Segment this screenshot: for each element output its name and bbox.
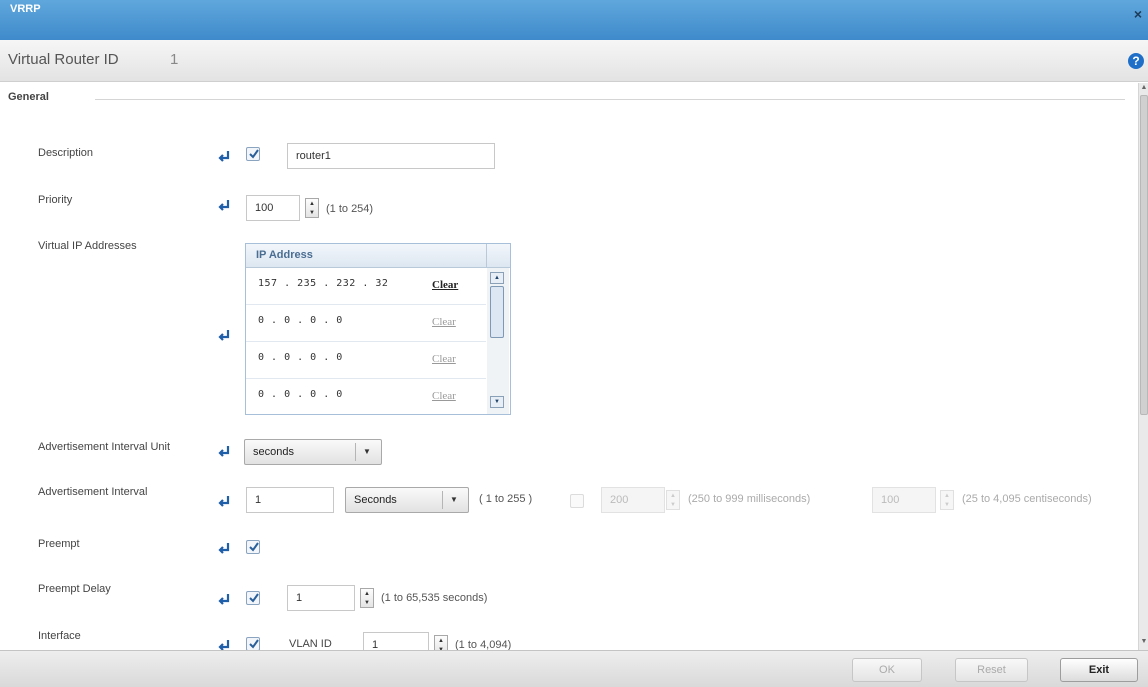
virtual-ip-table: IP Address 157 . 235 . 232 . 32 Clear 0 …	[245, 243, 511, 415]
adv-interval-input[interactable]: 1	[246, 487, 334, 513]
ip-address-cell[interactable]: 0 . 0 . 0 . 0	[258, 389, 343, 400]
description-checkbox[interactable]	[246, 147, 260, 161]
description-input[interactable]: router1	[287, 143, 495, 169]
override-arrow-icon[interactable]	[216, 495, 232, 509]
stepper-down-icon[interactable]: ▼	[944, 502, 950, 508]
clear-link[interactable]: Clear	[432, 353, 456, 365]
clear-link[interactable]: Clear	[432, 390, 456, 402]
priority-input[interactable]: 100	[246, 195, 300, 221]
adv-interval-unit-label: Advertisement Interval Unit	[38, 441, 171, 453]
preempt-label: Preempt	[38, 538, 80, 550]
chevron-down-icon: ▼	[363, 447, 371, 456]
virtual-ip-label: Virtual IP Addresses	[38, 240, 137, 252]
cs-hint: (25 to 4,095 centiseconds)	[962, 493, 1092, 505]
override-arrow-icon[interactable]	[216, 329, 232, 343]
help-icon[interactable]: ?	[1128, 53, 1144, 69]
priority-hint: (1 to 254)	[326, 203, 374, 215]
cs-stepper[interactable]: ▲ ▼	[940, 490, 954, 510]
stepper-up-icon[interactable]: ▲	[438, 638, 444, 644]
ms-input[interactable]: 200	[601, 487, 665, 513]
preempt-delay-label: Preempt Delay	[38, 583, 111, 595]
override-arrow-icon[interactable]	[216, 445, 232, 459]
scroll-thumb[interactable]	[1140, 95, 1148, 415]
form-content: General Description router1 Priority 100…	[0, 83, 1138, 650]
scroll-up-icon[interactable]: ▲	[1140, 84, 1148, 94]
vlan-id-hint: (1 to 4,094)	[455, 639, 512, 650]
window-titlebar: VRRP ×	[0, 0, 1148, 40]
ip-address-cell[interactable]: 0 . 0 . 0 . 0	[258, 315, 343, 326]
clear-link[interactable]: Clear	[432, 279, 458, 291]
preempt-delay-hint: (1 to 65,535 seconds)	[381, 592, 488, 604]
stepper-up-icon[interactable]: ▲	[309, 201, 315, 207]
ip-address-cell[interactable]: 157 . 235 . 232 . 32	[258, 278, 388, 289]
scroll-up-icon[interactable]: ▲	[490, 272, 504, 284]
override-arrow-icon[interactable]	[216, 593, 232, 607]
override-arrow-icon[interactable]	[216, 542, 232, 556]
select-value: Seconds	[354, 494, 397, 506]
check-icon	[249, 639, 259, 649]
check-icon	[249, 149, 259, 159]
close-icon[interactable]: ×	[1134, 6, 1142, 22]
window-title: VRRP	[10, 3, 41, 15]
interface-checkbox[interactable]	[246, 637, 260, 650]
page-scrollbar[interactable]: ▲ ▼	[1138, 83, 1148, 650]
interface-label: Interface	[38, 630, 81, 642]
reset-button[interactable]: Reset	[955, 658, 1028, 682]
scroll-thumb[interactable]	[490, 286, 504, 338]
stepper-down-icon[interactable]: ▼	[364, 600, 370, 606]
ip-address-cell[interactable]: 0 . 0 . 0 . 0	[258, 352, 343, 363]
override-arrow-icon[interactable]	[216, 199, 232, 213]
stepper-up-icon[interactable]: ▲	[670, 493, 676, 499]
check-icon	[249, 542, 259, 552]
table-row: 0 . 0 . 0 . 0 Clear	[246, 379, 486, 416]
section-legend: General	[8, 91, 49, 103]
section-divider	[95, 99, 1125, 100]
ip-address-column-header: IP Address	[256, 249, 313, 261]
stepper-down-icon[interactable]: ▼	[309, 210, 315, 216]
adv-interval-label: Advertisement Interval	[38, 486, 148, 498]
select-value: seconds	[253, 446, 294, 458]
page-title: Virtual Router ID	[8, 51, 119, 68]
table-row: 157 . 235 . 232 . 32 Clear	[246, 268, 486, 305]
vlan-id-stepper[interactable]: ▲ ▼	[434, 635, 448, 650]
ok-button[interactable]: OK	[852, 658, 922, 682]
stepper-up-icon[interactable]: ▲	[364, 591, 370, 597]
clear-link[interactable]: Clear	[432, 316, 456, 328]
stepper-down-icon[interactable]: ▼	[670, 502, 676, 508]
table-scrollbar[interactable]: ▲ ▼	[487, 268, 509, 414]
override-arrow-icon[interactable]	[216, 639, 232, 650]
page-header: Virtual Router ID 1	[0, 40, 1148, 82]
check-icon	[249, 593, 259, 603]
priority-stepper[interactable]: ▲ ▼	[305, 198, 319, 218]
ms-checkbox[interactable]	[570, 494, 584, 508]
description-label: Description	[38, 147, 94, 159]
vlan-id-label: VLAN ID	[289, 638, 332, 650]
table-header: IP Address	[246, 244, 510, 268]
scroll-down-icon[interactable]: ▼	[1140, 638, 1148, 648]
stepper-up-icon[interactable]: ▲	[944, 493, 950, 499]
adv-interval-hint: ( 1 to 255 )	[479, 493, 533, 505]
exit-button[interactable]: Exit	[1060, 658, 1138, 682]
vlan-id-input[interactable]: 1	[363, 632, 429, 650]
chevron-down-icon: ▼	[450, 495, 458, 504]
router-id-value: 1	[170, 51, 179, 68]
table-row: 0 . 0 . 0 . 0 Clear	[246, 342, 486, 379]
override-arrow-icon[interactable]	[216, 150, 232, 164]
scroll-down-icon[interactable]: ▼	[490, 396, 504, 408]
cs-input[interactable]: 100	[872, 487, 936, 513]
ms-stepper[interactable]: ▲ ▼	[666, 490, 680, 510]
preempt-delay-checkbox[interactable]	[246, 591, 260, 605]
priority-label: Priority	[38, 194, 73, 206]
table-row: 0 . 0 . 0 . 0 Clear	[246, 305, 486, 342]
preempt-checkbox[interactable]	[246, 540, 260, 554]
preempt-delay-stepper[interactable]: ▲ ▼	[360, 588, 374, 608]
adv-interval-unit-dropdown[interactable]: Seconds ▼	[345, 487, 469, 513]
adv-interval-unit-select[interactable]: seconds ▼	[244, 439, 382, 465]
preempt-delay-input[interactable]: 1	[287, 585, 355, 611]
dialog-footer: OK Reset Exit	[0, 650, 1148, 687]
ms-hint: (250 to 999 milliseconds)	[688, 493, 811, 505]
